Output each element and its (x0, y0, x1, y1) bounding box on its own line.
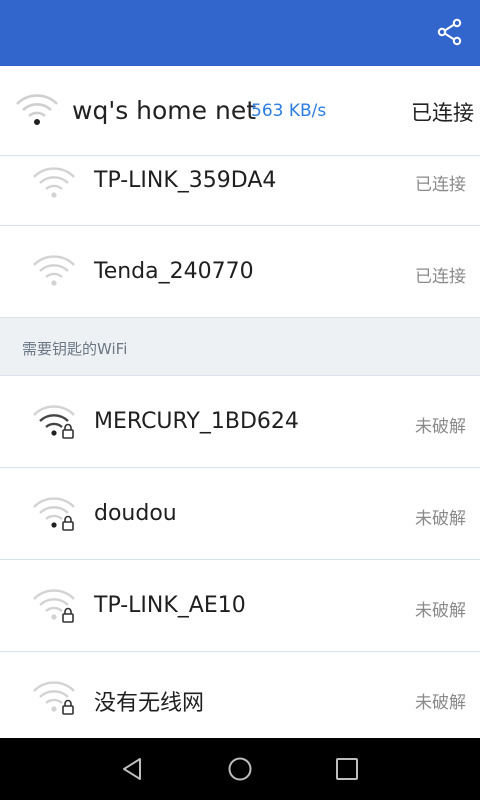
connected-status: 已连接 (411, 101, 474, 125)
wifi-lock-icon (33, 589, 75, 623)
network-ssid: TP-LINK_359DA4 (94, 168, 277, 193)
wifi-icon (16, 94, 58, 125)
network-ssid: 没有无线网 (94, 691, 205, 716)
section-header: 需要钥匙的WiFi (0, 318, 480, 376)
network-status: 未破解 (415, 693, 466, 713)
section-title: 需要钥匙的WiFi (22, 340, 128, 358)
network-row[interactable]: 没有无线网 未破解 (0, 652, 480, 738)
connected-speed: 563 KB/s (251, 101, 327, 121)
wifi-icon (33, 167, 75, 198)
wifi-icon (33, 255, 75, 286)
network-row[interactable]: MERCURY_1BD624 未破解 (0, 376, 480, 468)
network-status: 未破解 (415, 601, 466, 621)
connected-ssid: wq's home net (72, 96, 257, 125)
network-status: 未破解 (415, 509, 466, 529)
network-ssid: Tenda_240770 (94, 259, 254, 284)
network-ssid: doudou (94, 501, 177, 526)
network-row[interactable]: doudou 未破解 (0, 468, 480, 560)
network-ssid: TP-LINK_AE10 (94, 593, 246, 618)
back-icon[interactable] (118, 755, 146, 783)
recents-icon[interactable] (333, 755, 361, 783)
network-row[interactable]: Tenda_240770 已连接 (0, 226, 480, 318)
network-status: 未破解 (415, 417, 466, 437)
network-ssid: MERCURY_1BD624 (94, 409, 299, 434)
network-status: 已连接 (415, 175, 466, 195)
network-row[interactable]: TP-LINK_AE10 未破解 (0, 560, 480, 652)
network-status: 已连接 (415, 267, 466, 287)
home-icon[interactable] (226, 755, 254, 783)
wifi-lock-icon (33, 405, 75, 439)
wifi-lock-icon (33, 681, 75, 715)
connected-network[interactable]: wq's home net 563 KB/s 已连接 (0, 66, 480, 156)
network-row[interactable]: TP-LINK_359DA4 已连接 (0, 156, 480, 226)
wifi-lock-icon (33, 497, 75, 531)
share-icon[interactable] (436, 18, 464, 46)
app-bar (0, 0, 480, 66)
navigation-bar (0, 738, 480, 800)
